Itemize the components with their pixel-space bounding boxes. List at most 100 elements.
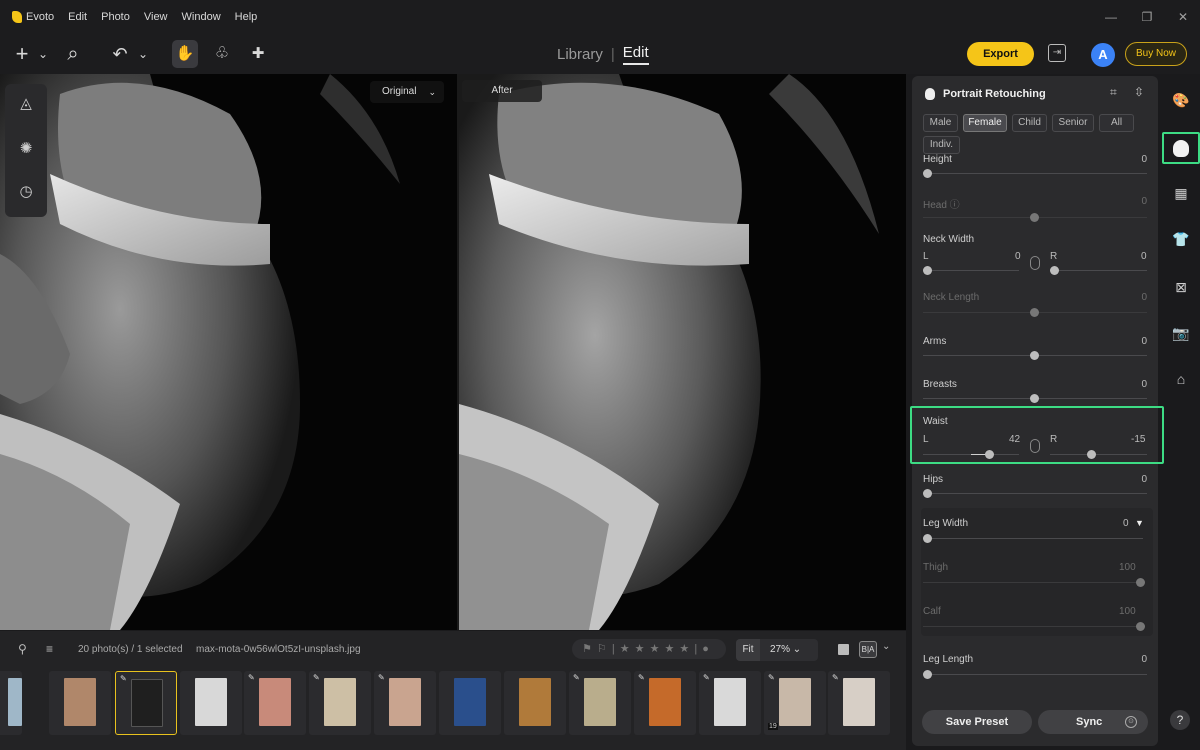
- tab-all[interactable]: All: [1099, 114, 1134, 132]
- thumbnail[interactable]: ✎ 19: [764, 671, 826, 735]
- breasts-slider[interactable]: Breasts 0: [923, 379, 1147, 407]
- slider-knob[interactable]: [923, 489, 932, 498]
- export-button[interactable]: Export: [967, 42, 1034, 66]
- fit-button[interactable]: Fit: [736, 639, 760, 661]
- menu-app-name[interactable]: Evoto: [26, 11, 54, 23]
- mask-circle-icon[interactable]: ✺: [5, 139, 47, 157]
- avatar[interactable]: A: [1091, 43, 1115, 67]
- slider-track[interactable]: [923, 582, 1143, 583]
- thumbnail[interactable]: [439, 671, 501, 735]
- camera-icon[interactable]: 📷: [1170, 322, 1192, 344]
- slider-knob[interactable]: [1030, 308, 1039, 317]
- slider-knob[interactable]: [1030, 213, 1039, 222]
- add-chevron-down-icon[interactable]: ⌄: [36, 42, 50, 66]
- sort-icon[interactable]: ≡: [46, 642, 53, 656]
- neck-length-slider[interactable]: Neck Length 0: [923, 292, 1147, 320]
- share-icon[interactable]: ⇥: [1048, 44, 1066, 62]
- photo-canvas[interactable]: Original ⌄ After i ▯: [0, 74, 906, 630]
- slider-knob[interactable]: [923, 169, 932, 178]
- height-slider[interactable]: Height 0: [923, 154, 1147, 178]
- thumbnail[interactable]: ✎: [828, 671, 890, 735]
- slider-track[interactable]: [923, 538, 1143, 539]
- help-icon[interactable]: ?: [1170, 710, 1190, 730]
- slider-knob[interactable]: [1136, 622, 1145, 631]
- undo-chevron-down-icon[interactable]: ⌄: [136, 42, 150, 66]
- thumbnail-selected[interactable]: ✎: [115, 671, 177, 735]
- tab-female[interactable]: Female: [963, 114, 1007, 132]
- link-icon[interactable]: [1030, 256, 1040, 270]
- bandage-tool-icon[interactable]: ✚: [248, 42, 268, 66]
- slider-track[interactable]: [923, 626, 1143, 627]
- menu-window[interactable]: Window: [182, 11, 221, 23]
- maximize-icon[interactable]: ❐: [1140, 10, 1154, 24]
- reset-body-icon[interactable]: ⇳: [1134, 85, 1144, 99]
- tab-senior[interactable]: Senior: [1052, 114, 1094, 132]
- crop-icon[interactable]: ⊠: [1170, 276, 1192, 298]
- thumbnail[interactable]: ✎: [374, 671, 436, 735]
- thumbnail[interactable]: ✎: [634, 671, 696, 735]
- thumbnail[interactable]: [180, 671, 242, 735]
- hips-slider[interactable]: Hips 0: [923, 474, 1147, 502]
- save-preset-button[interactable]: Save Preset: [922, 710, 1032, 734]
- thumbnail[interactable]: ✎: [309, 671, 371, 735]
- calf-slider[interactable]: Calf 100: [923, 606, 1147, 634]
- buy-now-button[interactable]: Buy Now: [1125, 42, 1187, 66]
- undo-icon[interactable]: ↶: [110, 42, 130, 66]
- tshirt-icon[interactable]: 👕: [1170, 228, 1192, 250]
- grid-icon[interactable]: ▦: [1170, 182, 1192, 204]
- thumbnail[interactable]: ✎: [699, 671, 761, 735]
- portrait-face-icon[interactable]: [1173, 140, 1189, 157]
- thumbnail[interactable]: [0, 671, 22, 735]
- slider-knob[interactable]: [1030, 351, 1039, 360]
- filter-icon[interactable]: ⚲: [18, 642, 27, 656]
- single-view-icon[interactable]: [838, 644, 849, 655]
- slider-track[interactable]: [923, 493, 1147, 494]
- palette-icon[interactable]: 🎨: [1170, 89, 1192, 111]
- original-dropdown[interactable]: Original ⌄: [370, 81, 444, 103]
- slider-knob-left[interactable]: [923, 266, 932, 275]
- adjust-landscape-icon[interactable]: ◬: [5, 94, 47, 112]
- face-detect-icon[interactable]: ⌗: [1110, 85, 1117, 100]
- thumbnail[interactable]: ✎: [569, 671, 631, 735]
- zoom-control[interactable]: Fit 27% ⌄: [736, 639, 818, 661]
- leg-width-slider[interactable]: Leg Width 0 ▼: [923, 518, 1147, 546]
- minimize-icon[interactable]: —: [1104, 10, 1118, 24]
- folder-eye-icon[interactable]: ⌂: [1170, 368, 1192, 390]
- neck-width-slider[interactable]: Neck Width L 0 R 0: [923, 234, 1147, 276]
- slider-knob[interactable]: [923, 534, 932, 543]
- thumbnail[interactable]: ✎: [244, 671, 306, 735]
- close-icon[interactable]: ✕: [1176, 10, 1190, 24]
- expand-triangle-icon[interactable]: ▼: [1135, 518, 1144, 528]
- thumbnail[interactable]: [504, 671, 566, 735]
- rating-flag-bar[interactable]: ⚑ ⚐ | ★ ★ ★ ★ ★ | ●: [572, 639, 726, 659]
- menu-photo[interactable]: Photo: [101, 11, 130, 23]
- leg-length-slider[interactable]: Leg Length 0: [923, 654, 1147, 682]
- tab-child[interactable]: Child: [1012, 114, 1047, 132]
- slider-knob[interactable]: [1136, 578, 1145, 587]
- arms-slider[interactable]: Arms 0: [923, 336, 1147, 364]
- slider-track-left[interactable]: [923, 270, 1019, 271]
- tab-library[interactable]: Library: [557, 46, 603, 63]
- add-icon[interactable]: +: [12, 42, 32, 66]
- menu-view[interactable]: View: [144, 11, 168, 23]
- view-chevron-down-icon[interactable]: ⌄: [882, 641, 890, 652]
- thumbnail[interactable]: [49, 671, 111, 735]
- menu-help[interactable]: Help: [235, 11, 258, 23]
- brush-tool-icon[interactable]: ♧: [212, 42, 232, 66]
- tab-edit[interactable]: Edit: [622, 44, 649, 65]
- thigh-slider[interactable]: Thigh 100: [923, 562, 1147, 590]
- head-slider[interactable]: Head ⓘ 0: [923, 196, 1147, 224]
- before-after-view-icon[interactable]: B|A: [859, 641, 877, 658]
- slider-knob[interactable]: [923, 670, 932, 679]
- hand-tool-icon[interactable]: ✋: [172, 40, 198, 68]
- slider-track-right[interactable]: [1050, 270, 1147, 271]
- zoom-level[interactable]: 27% ⌄: [770, 639, 801, 661]
- slider-track[interactable]: [923, 173, 1147, 174]
- menu-edit[interactable]: Edit: [68, 11, 87, 23]
- tab-individual[interactable]: Indiv.: [923, 136, 960, 154]
- slider-knob-right[interactable]: [1050, 266, 1059, 275]
- slider-track[interactable]: [923, 674, 1147, 675]
- sync-options-icon[interactable]: ⊙: [1125, 716, 1137, 728]
- search-icon[interactable]: ⌕: [62, 42, 84, 66]
- tab-male[interactable]: Male: [923, 114, 958, 132]
